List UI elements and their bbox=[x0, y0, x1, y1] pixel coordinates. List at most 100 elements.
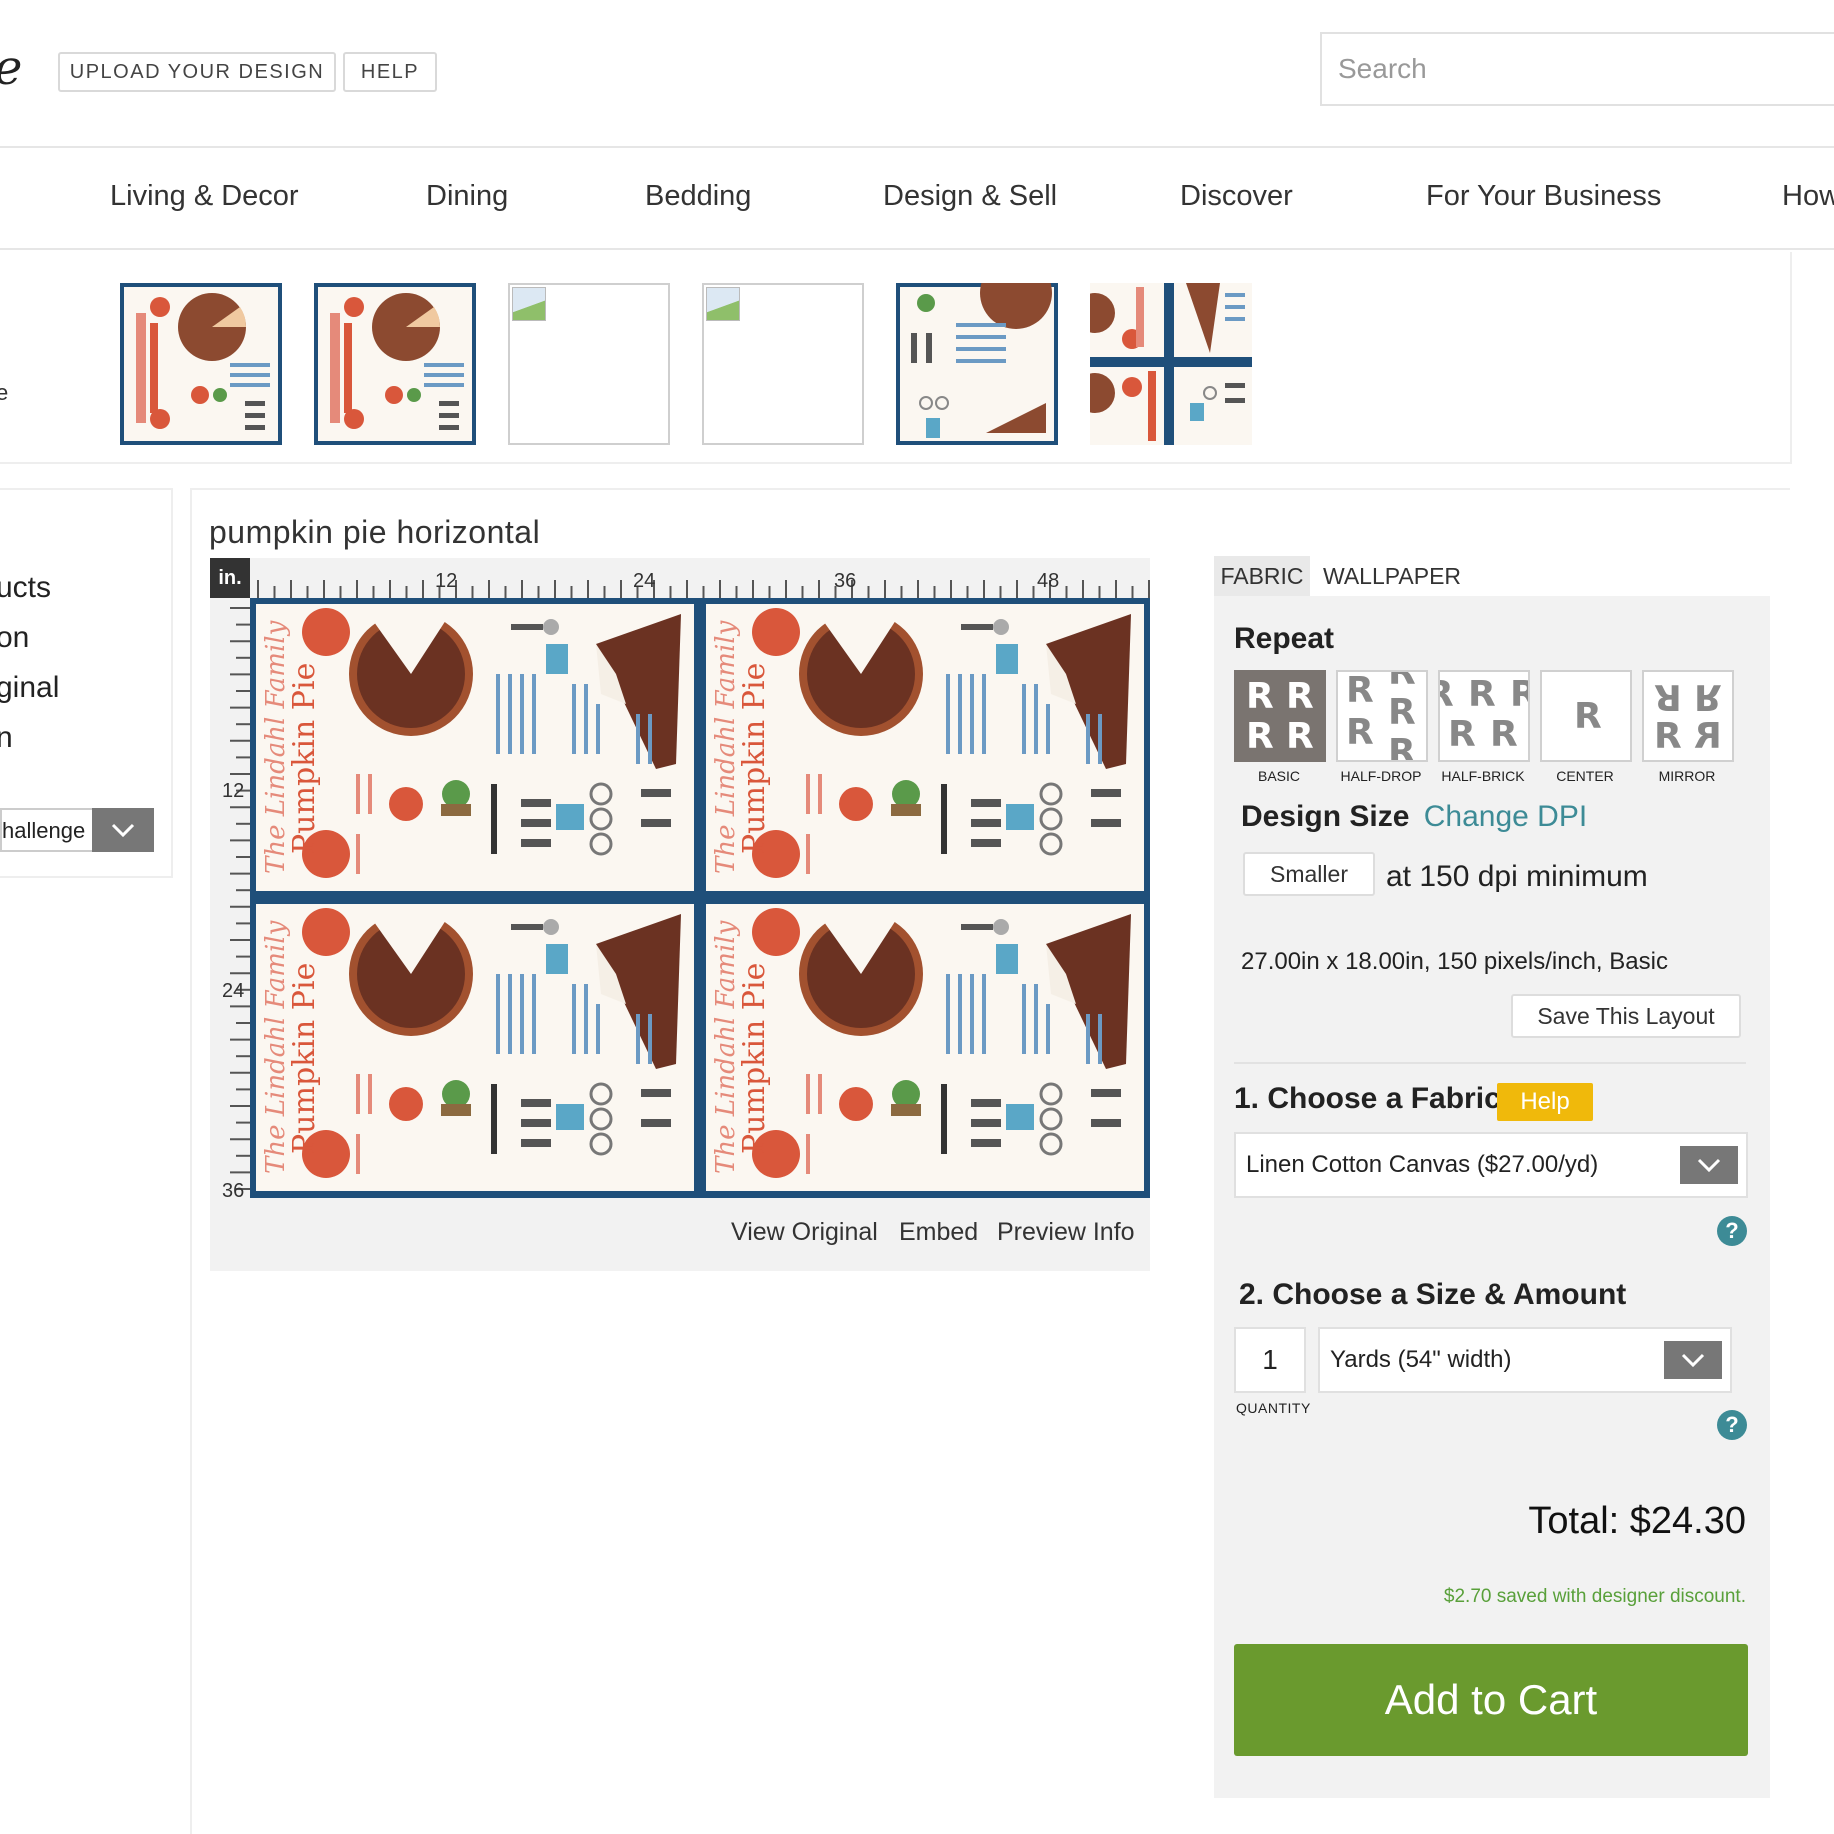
sidebar-item-products[interactable]: ucts bbox=[0, 571, 51, 605]
chevron-down-icon[interactable] bbox=[1680, 1146, 1738, 1184]
repeat-glyph: R bbox=[1286, 716, 1314, 757]
quantity-label: QUANTITY bbox=[1236, 1400, 1311, 1416]
ruler-label-24: 24 bbox=[633, 570, 656, 592]
nav-item-for-your-business[interactable]: For Your Business bbox=[1426, 180, 1661, 213]
broken-image-icon bbox=[706, 287, 740, 321]
order-total: Total: $24.30 bbox=[1528, 1500, 1746, 1542]
repeat-label-center: CENTER bbox=[1556, 768, 1614, 784]
design-size-heading: Design Size bbox=[1241, 800, 1410, 833]
size-unit-select[interactable]: Yards (54" width) bbox=[1318, 1327, 1732, 1393]
repeat-label-half-drop: HALF-DROP bbox=[1340, 768, 1422, 784]
svg-text:Pumpkin Pie: Pumpkin Pie bbox=[737, 963, 772, 1154]
repeat-glyph: R bbox=[1388, 670, 1416, 693]
repeat-label-basic: BASIC bbox=[1257, 768, 1300, 784]
nav-item-how[interactable]: How bbox=[1782, 180, 1834, 213]
designer-discount-note: $2.70 saved with designer discount. bbox=[1443, 1586, 1746, 1607]
nav-item-discover[interactable]: Discover bbox=[1180, 180, 1293, 213]
repeat-glyph: R bbox=[1490, 714, 1518, 755]
repeat-glyph: R bbox=[1388, 732, 1416, 762]
view-original-link[interactable]: View Original bbox=[731, 1218, 878, 1247]
repeat-glyph: R bbox=[1654, 716, 1682, 757]
choose-fabric-heading: 1. Choose a Fabric bbox=[1234, 1082, 1501, 1115]
repeat-glyph: R bbox=[1246, 676, 1274, 717]
challenge-select[interactable]: hallenge bbox=[0, 808, 154, 852]
broken-image-icon bbox=[512, 287, 546, 321]
ruler-left-label-24: 24 bbox=[222, 980, 245, 1002]
nav-item-design-sell[interactable]: Design & Sell bbox=[883, 180, 1057, 213]
ruler-left-label-12: 12 bbox=[222, 780, 245, 802]
embed-link[interactable]: Embed bbox=[899, 1218, 978, 1247]
sidebar-item-collection[interactable]: on bbox=[0, 621, 29, 655]
ruler-left-label-36: 36 bbox=[222, 1180, 245, 1202]
header-divider bbox=[0, 146, 1834, 148]
repeat-label-half-brick: HALF-BRICK bbox=[1441, 768, 1525, 784]
fabric-info-icon[interactable]: ? bbox=[1717, 1216, 1747, 1246]
thumbnail-5[interactable] bbox=[896, 283, 1058, 445]
thumbnail-4[interactable] bbox=[702, 283, 864, 445]
preview-info-link[interactable]: Preview Info bbox=[997, 1218, 1135, 1247]
quantity-input[interactable]: 1 bbox=[1234, 1327, 1306, 1393]
design-tile: The Lindahl Family Pumpkin Pie bbox=[256, 604, 694, 891]
design-tile: The Lindahl Family Pumpkin Pie bbox=[706, 904, 1144, 1191]
repeat-glyph: R bbox=[1346, 712, 1374, 753]
design-title: pumpkin pie horizontal bbox=[209, 514, 541, 550]
fabric-select-value: Linen Cotton Canvas ($27.00/yd) bbox=[1246, 1151, 1599, 1178]
svg-text:Pumpkin Pie: Pumpkin Pie bbox=[287, 963, 322, 1154]
repeat-half-drop-option[interactable]: RR RR R bbox=[1336, 670, 1428, 762]
fabric-select[interactable]: Linen Cotton Canvas ($27.00/yd) bbox=[1234, 1132, 1748, 1198]
repeat-glyph: R bbox=[1388, 692, 1416, 733]
ruler-left: 12 24 36 bbox=[210, 598, 250, 1207]
nav-item-bedding[interactable]: Bedding bbox=[645, 180, 751, 213]
svg-text:Pumpkin Pie: Pumpkin Pie bbox=[287, 663, 322, 854]
page: e UPLOAD YOUR DESIGN HELP Search Living … bbox=[0, 0, 1834, 1834]
search-input[interactable]: Search bbox=[1320, 32, 1834, 106]
repeat-center-option[interactable]: R bbox=[1540, 670, 1632, 762]
repeat-glyph: R bbox=[1440, 674, 1454, 715]
smaller-button[interactable]: Smaller bbox=[1243, 852, 1375, 896]
chevron-down-icon[interactable] bbox=[1664, 1341, 1722, 1379]
size-info-icon[interactable]: ? bbox=[1717, 1410, 1747, 1440]
repeat-glyph: R bbox=[1286, 676, 1314, 717]
fabric-help-button[interactable]: Help bbox=[1497, 1083, 1593, 1121]
thumbnail-3[interactable] bbox=[508, 283, 670, 445]
tab-wallpaper[interactable]: WALLPAPER bbox=[1320, 556, 1464, 596]
size-unit-value: Yards (54" width) bbox=[1330, 1346, 1512, 1373]
thumbnail-1[interactable] bbox=[120, 283, 282, 445]
thumbnail-6[interactable] bbox=[1090, 283, 1252, 445]
thumbnail-edge-text: e bbox=[0, 380, 9, 405]
tab-fabric[interactable]: FABRIC bbox=[1214, 556, 1310, 596]
chevron-down-icon[interactable] bbox=[92, 808, 154, 852]
repeat-glyph: R bbox=[1574, 696, 1602, 737]
repeat-label-mirror: MIRROR bbox=[1658, 768, 1716, 784]
sidebar-item-original[interactable]: ginal bbox=[0, 671, 59, 705]
sidebar-item-n[interactable]: n bbox=[0, 721, 13, 755]
upload-design-button[interactable]: UPLOAD YOUR DESIGN bbox=[58, 52, 336, 92]
design-size-row: Design Size Change DPI bbox=[1241, 800, 1587, 834]
repeat-mirror-option[interactable]: RR RR bbox=[1642, 670, 1734, 762]
change-dpi-link[interactable]: Change DPI bbox=[1424, 800, 1587, 833]
thumbnail-2[interactable] bbox=[314, 283, 476, 445]
repeat-basic-option[interactable]: RR RR bbox=[1234, 670, 1326, 762]
design-tile: The Lindahl Family Pumpkin Pie bbox=[256, 904, 694, 1191]
repeat-glyph: R bbox=[1346, 670, 1374, 711]
nav-divider bbox=[0, 248, 1834, 250]
nav-item-living-decor[interactable]: Living & Decor bbox=[110, 180, 299, 213]
design-tile: The Lindahl Family Pumpkin Pie bbox=[706, 604, 1144, 891]
choose-size-heading: 2. Choose a Size & Amount bbox=[1239, 1278, 1627, 1311]
divider bbox=[1234, 1062, 1746, 1064]
save-layout-button[interactable]: Save This Layout bbox=[1511, 994, 1741, 1038]
repeat-glyph: R bbox=[1694, 716, 1722, 757]
repeat-heading: Repeat bbox=[1234, 622, 1335, 655]
svg-text:Pumpkin Pie: Pumpkin Pie bbox=[737, 663, 772, 854]
design-dimensions: 27.00in x 18.00in, 150 pixels/inch, Basi… bbox=[1241, 948, 1668, 975]
repeat-half-brick-option[interactable]: RRR RR bbox=[1438, 670, 1530, 762]
add-to-cart-button[interactable]: Add to Cart bbox=[1234, 1644, 1748, 1756]
challenge-select-value: hallenge bbox=[2, 818, 86, 843]
nav-item-dining[interactable]: Dining bbox=[426, 180, 508, 213]
logo[interactable]: e bbox=[0, 40, 22, 96]
help-button[interactable]: HELP bbox=[343, 52, 437, 92]
ruler-label-48: 48 bbox=[1037, 570, 1060, 592]
ruler-label-12: 12 bbox=[435, 570, 458, 592]
fabric-repeat-preview: The Lindahl Family Pumpkin Pie The Lindah… bbox=[250, 598, 1150, 1198]
ruler-label-36: 36 bbox=[834, 570, 857, 592]
